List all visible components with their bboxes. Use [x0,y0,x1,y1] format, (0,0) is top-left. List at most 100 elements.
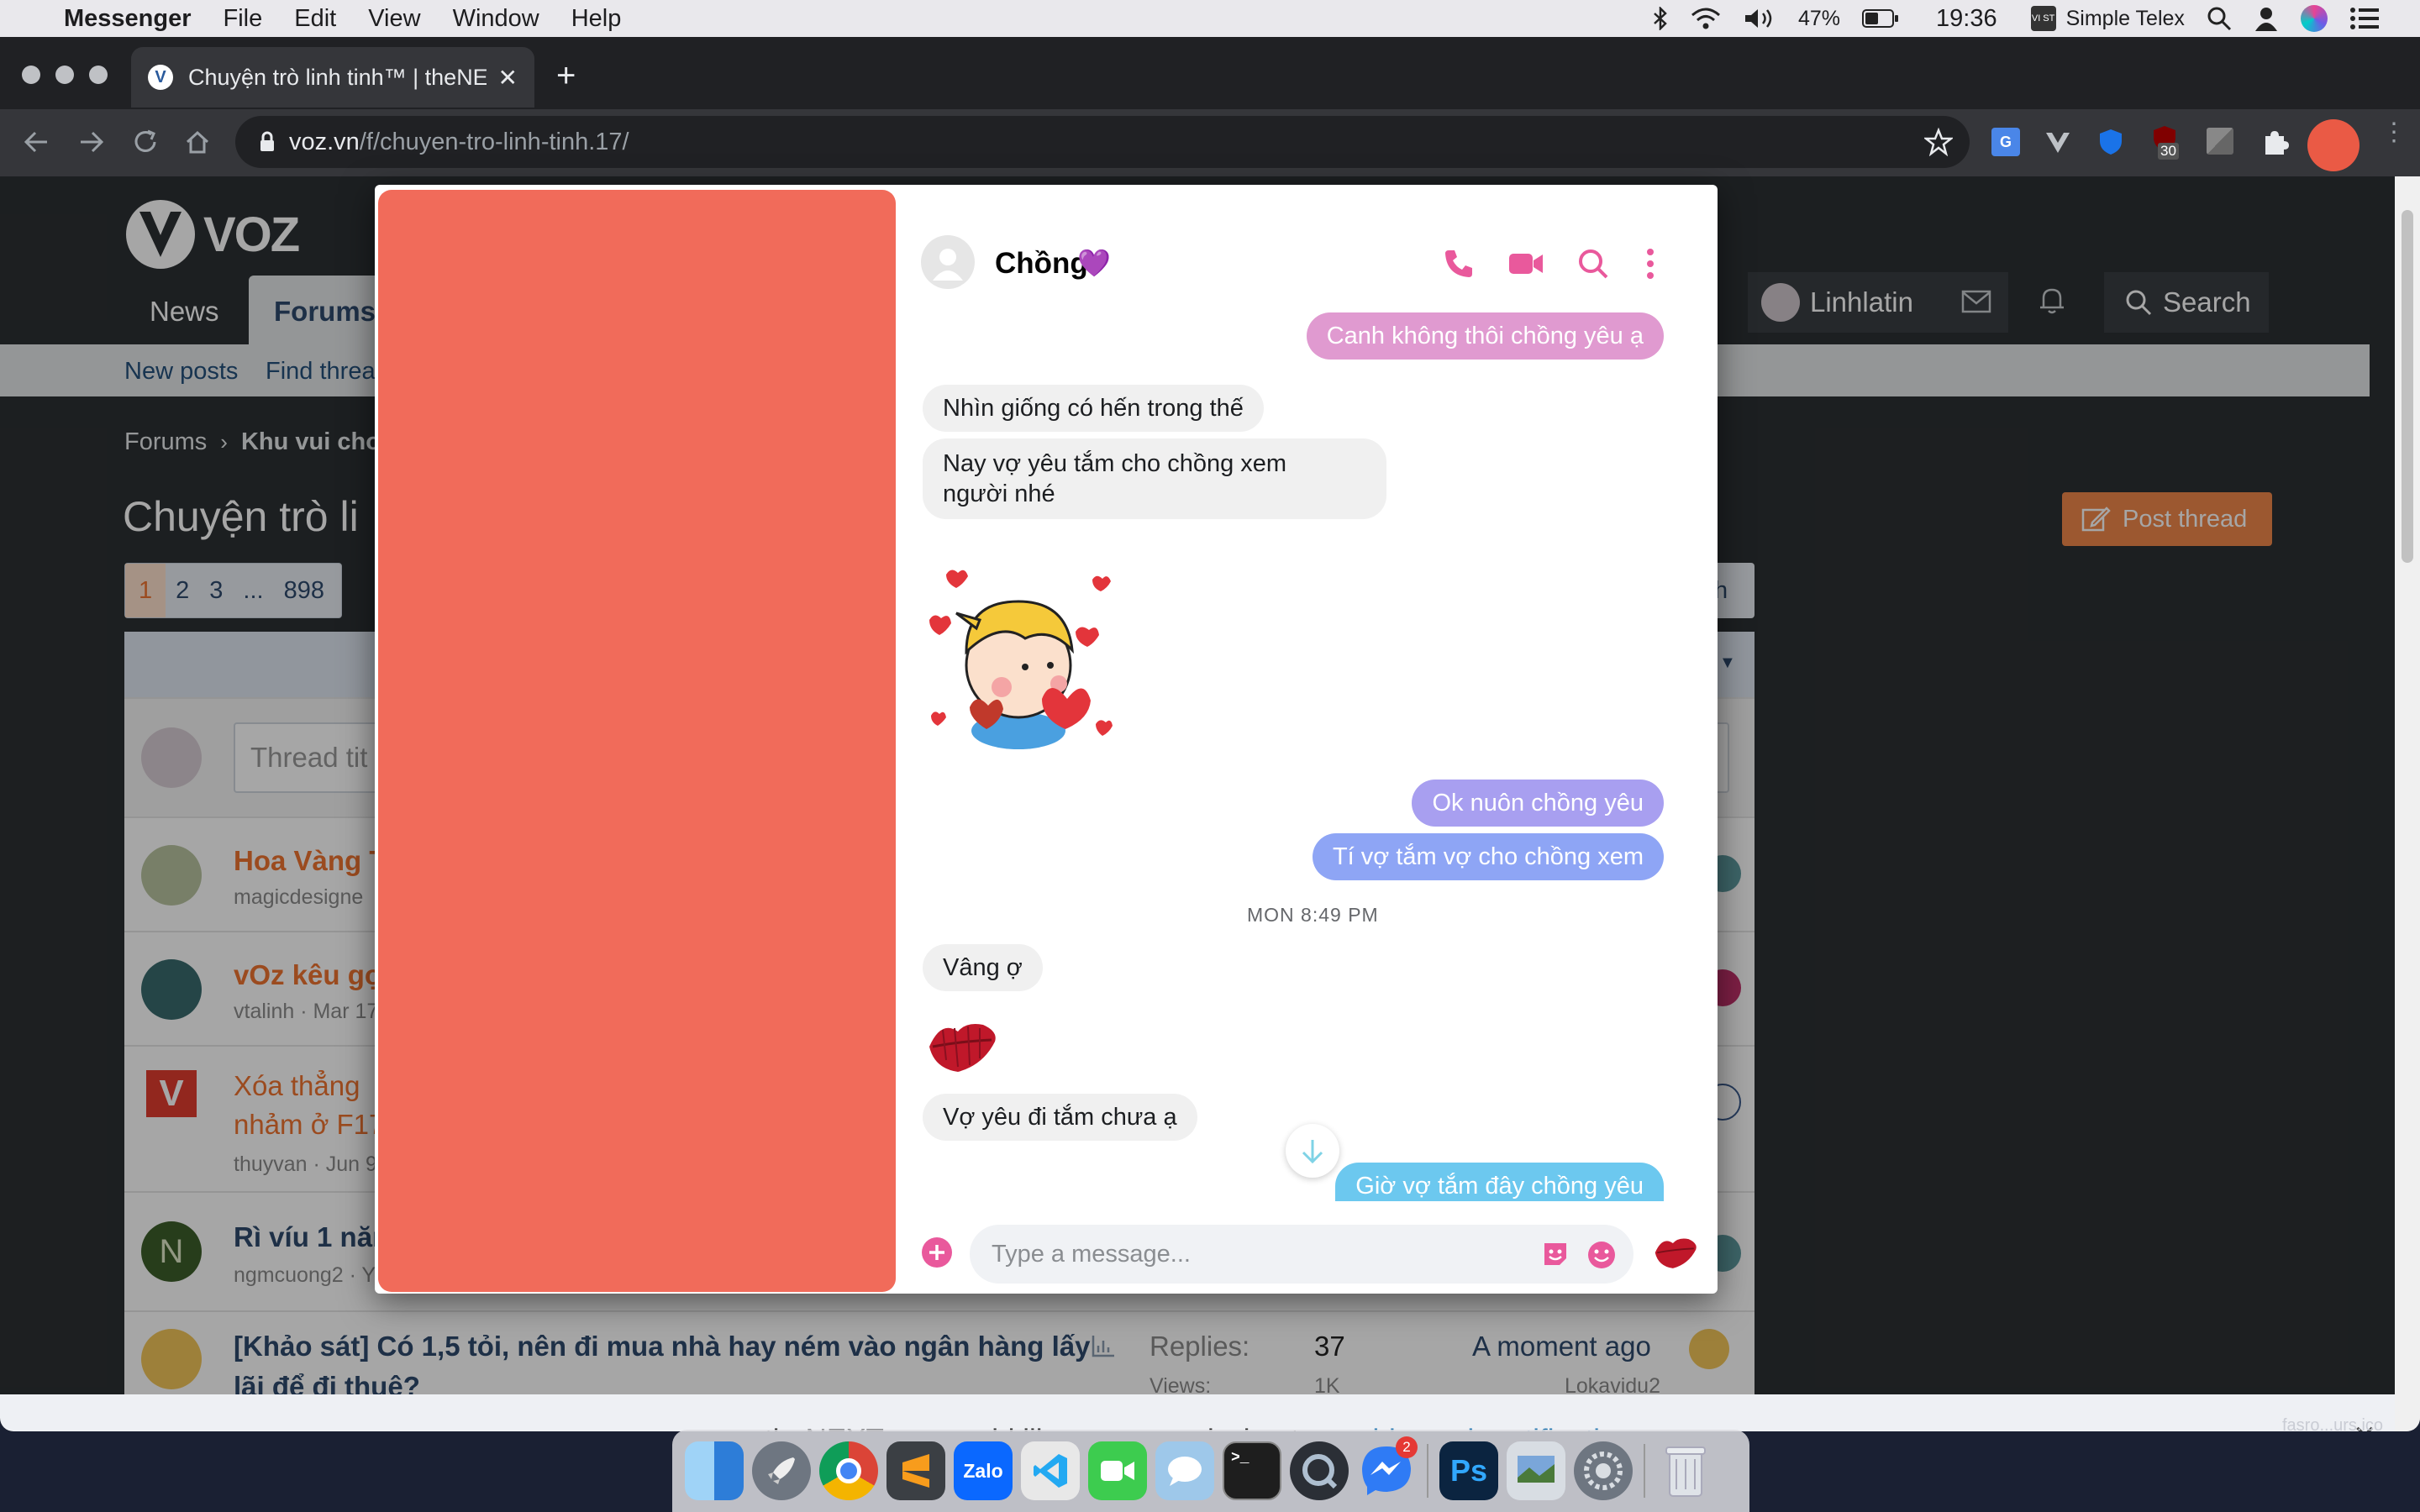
message-bubble-received[interactable]: Nhìn giống có hến trong thế [923,385,1264,432]
address-bar[interactable]: voz.vn/f/chuyen-tro-linh-tinh.17/ [235,116,1970,168]
home-icon[interactable] [183,128,212,156]
tab-title: Chuyện trò linh tinh™ | theNEX [188,64,487,90]
page-scrollbar[interactable] [2395,176,2420,1431]
siri-icon[interactable] [2300,5,2328,32]
chat-search-icon[interactable] [1576,247,1610,281]
chat-header: Chồng 💜 [921,235,1694,294]
chrome-icon[interactable] [819,1441,878,1500]
clock[interactable]: 19:36 [1936,5,1997,33]
dock: Zalo >_ 2 Ps [672,1430,1749,1512]
message-bubble-received[interactable]: Vợ yêu đi tắm chưa ạ [923,1094,1197,1141]
volume-icon[interactable] [1743,7,1776,30]
love-sticker[interactable] [924,551,1126,753]
message-input-placeholder: Type a message... [992,1241,1191,1268]
battery-percent[interactable]: 47% [1798,7,1840,31]
desktop-file-label[interactable]: fasro...urs.ico [2282,1416,2383,1436]
contact-heart: 💜 [1077,248,1111,278]
messenger-badge: 2 [1396,1436,1418,1458]
trash-icon[interactable] [1656,1441,1715,1500]
extensions-puzzle-icon[interactable] [2260,128,2289,156]
app-menu[interactable]: Messenger [64,5,192,33]
input-source-icon[interactable]: VI ST [2030,6,2056,31]
close-window-button[interactable] [22,66,40,84]
url-host: voz.vn [289,128,360,155]
bluetooth-icon[interactable] [1652,7,1669,30]
profile-avatar[interactable] [2307,119,2360,171]
menu-help[interactable]: Help [571,5,622,33]
translate-extension-icon[interactable]: G [1991,128,2020,156]
sticker-icon[interactable] [1541,1240,1570,1268]
back-icon[interactable] [22,128,50,156]
message-text-line2: người nhé [943,480,1055,507]
arrow-down-icon [1302,1140,1323,1164]
message-bubble-sent[interactable]: Canh không thôi chồng yêu ạ [1306,312,1664,360]
launchpad-icon[interactable] [752,1441,811,1500]
video-call-icon[interactable] [1507,249,1544,279]
messenger-icon[interactable]: 2 [1357,1436,1418,1500]
message-bubble-sent[interactable]: Giờ vợ tắm đây chồng yêu [1335,1163,1664,1201]
terminal-icon[interactable]: >_ [1223,1441,1281,1500]
more-options-icon[interactable] [1645,247,1655,281]
preview-icon[interactable] [1507,1441,1565,1500]
voice-call-icon[interactable] [1442,247,1476,281]
dock-separator [1427,1444,1428,1498]
message-bubble-received[interactable]: Vâng ợ [923,944,1043,991]
tab-active[interactable]: V Chuyện trò linh tinh™ | theNEX ✕ [131,47,534,108]
quicktime-icon[interactable] [1290,1441,1349,1500]
voz-favicon-icon: V [148,65,173,90]
reload-icon[interactable] [131,128,160,156]
shield-extension-icon[interactable] [2097,128,2124,156]
gray-extension-icon[interactable] [2207,128,2233,155]
minimize-window-button[interactable] [55,66,74,84]
wifi-icon[interactable] [1691,7,1721,30]
zoom-window-button[interactable] [89,66,108,84]
message-input[interactable]: Type a message... [970,1225,1634,1284]
browser-menu-icon[interactable]: ⋮ [2381,120,2407,145]
menu-window[interactable]: Window [453,5,539,33]
scroll-to-bottom-button[interactable] [1286,1124,1339,1178]
v-extension-icon[interactable] [2044,128,2072,156]
push-notification-banner: theNEXTvoz would like your permission to… [0,1394,2420,1431]
scrollbar-thumb[interactable] [2402,210,2413,563]
url-path: /f/chuyen-tro-linh-tinh.17/ [359,128,629,155]
bookmark-star-icon[interactable] [1924,128,1953,156]
menu-view[interactable]: View [368,5,420,33]
photoshop-icon[interactable]: Ps [1439,1441,1498,1500]
messages-icon[interactable] [1155,1441,1214,1500]
forward-icon[interactable] [77,128,106,156]
composer: Type a message... [921,1213,1711,1289]
kiss-lips-sticker[interactable] [924,1013,1000,1077]
quick-reaction-kiss-icon[interactable] [1652,1231,1699,1272]
system-preferences-icon[interactable] [1574,1441,1633,1500]
vscode-icon[interactable] [1021,1441,1080,1500]
facetime-icon[interactable] [1088,1441,1147,1500]
browser-toolbar: voz.vn/f/chuyen-tro-linh-tinh.17/ G 30 ⋮ [0,109,2420,176]
user-icon[interactable] [2254,6,2279,31]
message-text: Nay vợ yêu tắm cho chồng xem [943,450,1287,477]
zalo-icon[interactable]: Zalo [954,1441,1013,1500]
input-source-label[interactable]: Simple Telex [2066,7,2185,31]
contact-name[interactable]: Chồng [995,247,1088,281]
spotlight-icon[interactable] [2207,6,2232,31]
sublime-text-icon[interactable] [886,1441,945,1500]
contact-avatar[interactable] [921,235,975,289]
menu-file[interactable]: File [224,5,263,33]
menu-bar: Messenger File Edit View Window Help 47%… [0,0,2420,37]
finder-icon[interactable] [685,1441,744,1500]
lock-icon[interactable] [259,131,276,153]
message-bubble-sent[interactable]: Ok nuôn chồng yêu [1412,780,1664,827]
tab-strip: V Chuyện trò linh tinh™ | theNEX ✕ + [0,37,2420,109]
message-bubble-sent[interactable]: Tí vợ tắm vợ cho chồng xem [1312,833,1664,880]
message-bubble-received[interactable]: Nay vợ yêu tắm cho chồng xem người nhé [923,438,1386,519]
messenger-window: Chồng 💜 Canh không thôi chồng yêu ạ Nhìn… [375,185,1718,1294]
emoji-icon[interactable] [1586,1240,1617,1270]
menu-edit[interactable]: Edit [294,5,336,33]
tab-close-icon[interactable]: ✕ [498,64,518,92]
add-attachment-icon[interactable] [921,1236,953,1268]
control-center-icon[interactable] [2349,6,2380,31]
redacted-panel [378,190,896,1292]
ublock-extension-icon[interactable]: 30 [2151,124,2179,160]
battery-icon[interactable] [1862,8,1899,29]
ublock-badge: 30 [2158,143,2179,160]
new-tab-button[interactable]: + [556,57,576,95]
